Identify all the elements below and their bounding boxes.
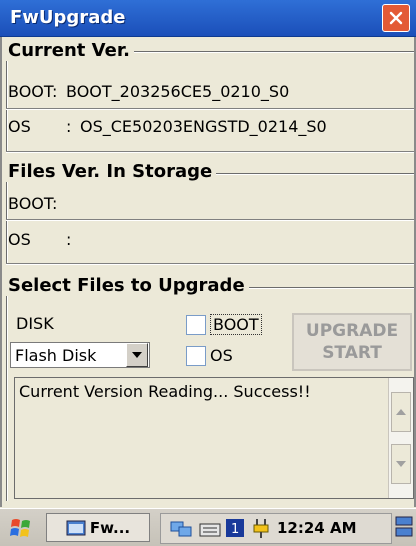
status-log: Current Version Reading... Success!! (14, 377, 414, 499)
close-icon (389, 11, 403, 25)
windows-logo-icon (10, 519, 30, 537)
vertical-scrollbar[interactable] (388, 378, 413, 498)
start-button[interactable] (6, 514, 38, 542)
current-os-label: OS (8, 117, 31, 136)
disk-label: DISK (16, 314, 54, 333)
group-divider (6, 263, 414, 265)
current-ver-title: Current Ver. (6, 40, 134, 61)
group-border (6, 173, 8, 263)
upgrade-button-line1: UPGRADE (305, 321, 399, 341)
taskbar: Fw... 1 12:24 AM (0, 508, 416, 546)
disk-select-value: Flash Disk (15, 345, 97, 365)
close-button[interactable] (382, 4, 410, 32)
svg-text:1: 1 (231, 522, 239, 537)
window-client: Current Ver. BOOT : BOOT_203256CE5_0210_… (0, 37, 416, 507)
taskbar-app-label: Fw... (89, 518, 131, 537)
arrow-up-icon (396, 409, 406, 415)
current-os-colon: : (66, 117, 72, 136)
input-mode-icon[interactable]: 1 (225, 518, 245, 538)
show-desktop-icon[interactable] (394, 515, 414, 539)
os-checkbox-label[interactable]: OS (210, 346, 233, 365)
scroll-up-button[interactable] (391, 392, 411, 432)
system-tray: 1 12:24 AM (160, 513, 392, 544)
app-icon (66, 520, 86, 535)
storage-title: Files Ver. In Storage (6, 161, 217, 182)
storage-boot-label: BOOT (8, 194, 54, 213)
storage-boot-colon: : (52, 194, 58, 213)
current-os-value: OS_CE50203ENGSTD_0214_S0 (80, 117, 327, 136)
current-boot-value: BOOT_203256CE5_0210_S0 (66, 82, 290, 101)
window-title: FwUpgrade (10, 7, 126, 28)
current-boot-label: BOOT (8, 82, 54, 101)
upgrade-button-line2: START (322, 343, 382, 363)
storage-os-colon: : (66, 230, 72, 249)
status-log-text: Current Version Reading... Success!! (19, 382, 311, 401)
dropdown-arrow-button[interactable] (126, 343, 148, 367)
current-boot-colon: : (52, 82, 58, 101)
power-plug-icon[interactable] (251, 517, 271, 539)
keyboard-icon[interactable] (199, 518, 221, 538)
row-divider (6, 108, 414, 110)
boot-checkbox[interactable] (186, 315, 206, 335)
group-border (6, 287, 8, 501)
disk-select[interactable]: Flash Disk (10, 342, 150, 368)
title-bar: FwUpgrade (0, 0, 416, 37)
arrow-down-icon (396, 461, 406, 467)
clock: 12:24 AM (277, 519, 357, 537)
boot-checkbox-label[interactable]: BOOT (210, 314, 262, 335)
taskbar-app-button[interactable]: Fw... (46, 513, 150, 542)
row-divider (6, 219, 414, 221)
network-icon[interactable] (169, 518, 193, 538)
group-divider (6, 151, 414, 153)
select-files-title: Select Files to Upgrade (6, 275, 249, 296)
os-checkbox[interactable] (186, 346, 206, 366)
chevron-down-icon (132, 352, 142, 358)
scroll-down-button[interactable] (391, 444, 411, 484)
group-border (6, 51, 8, 151)
upgrade-start-button[interactable]: UPGRADE START (292, 313, 412, 371)
storage-os-label: OS (8, 230, 31, 249)
